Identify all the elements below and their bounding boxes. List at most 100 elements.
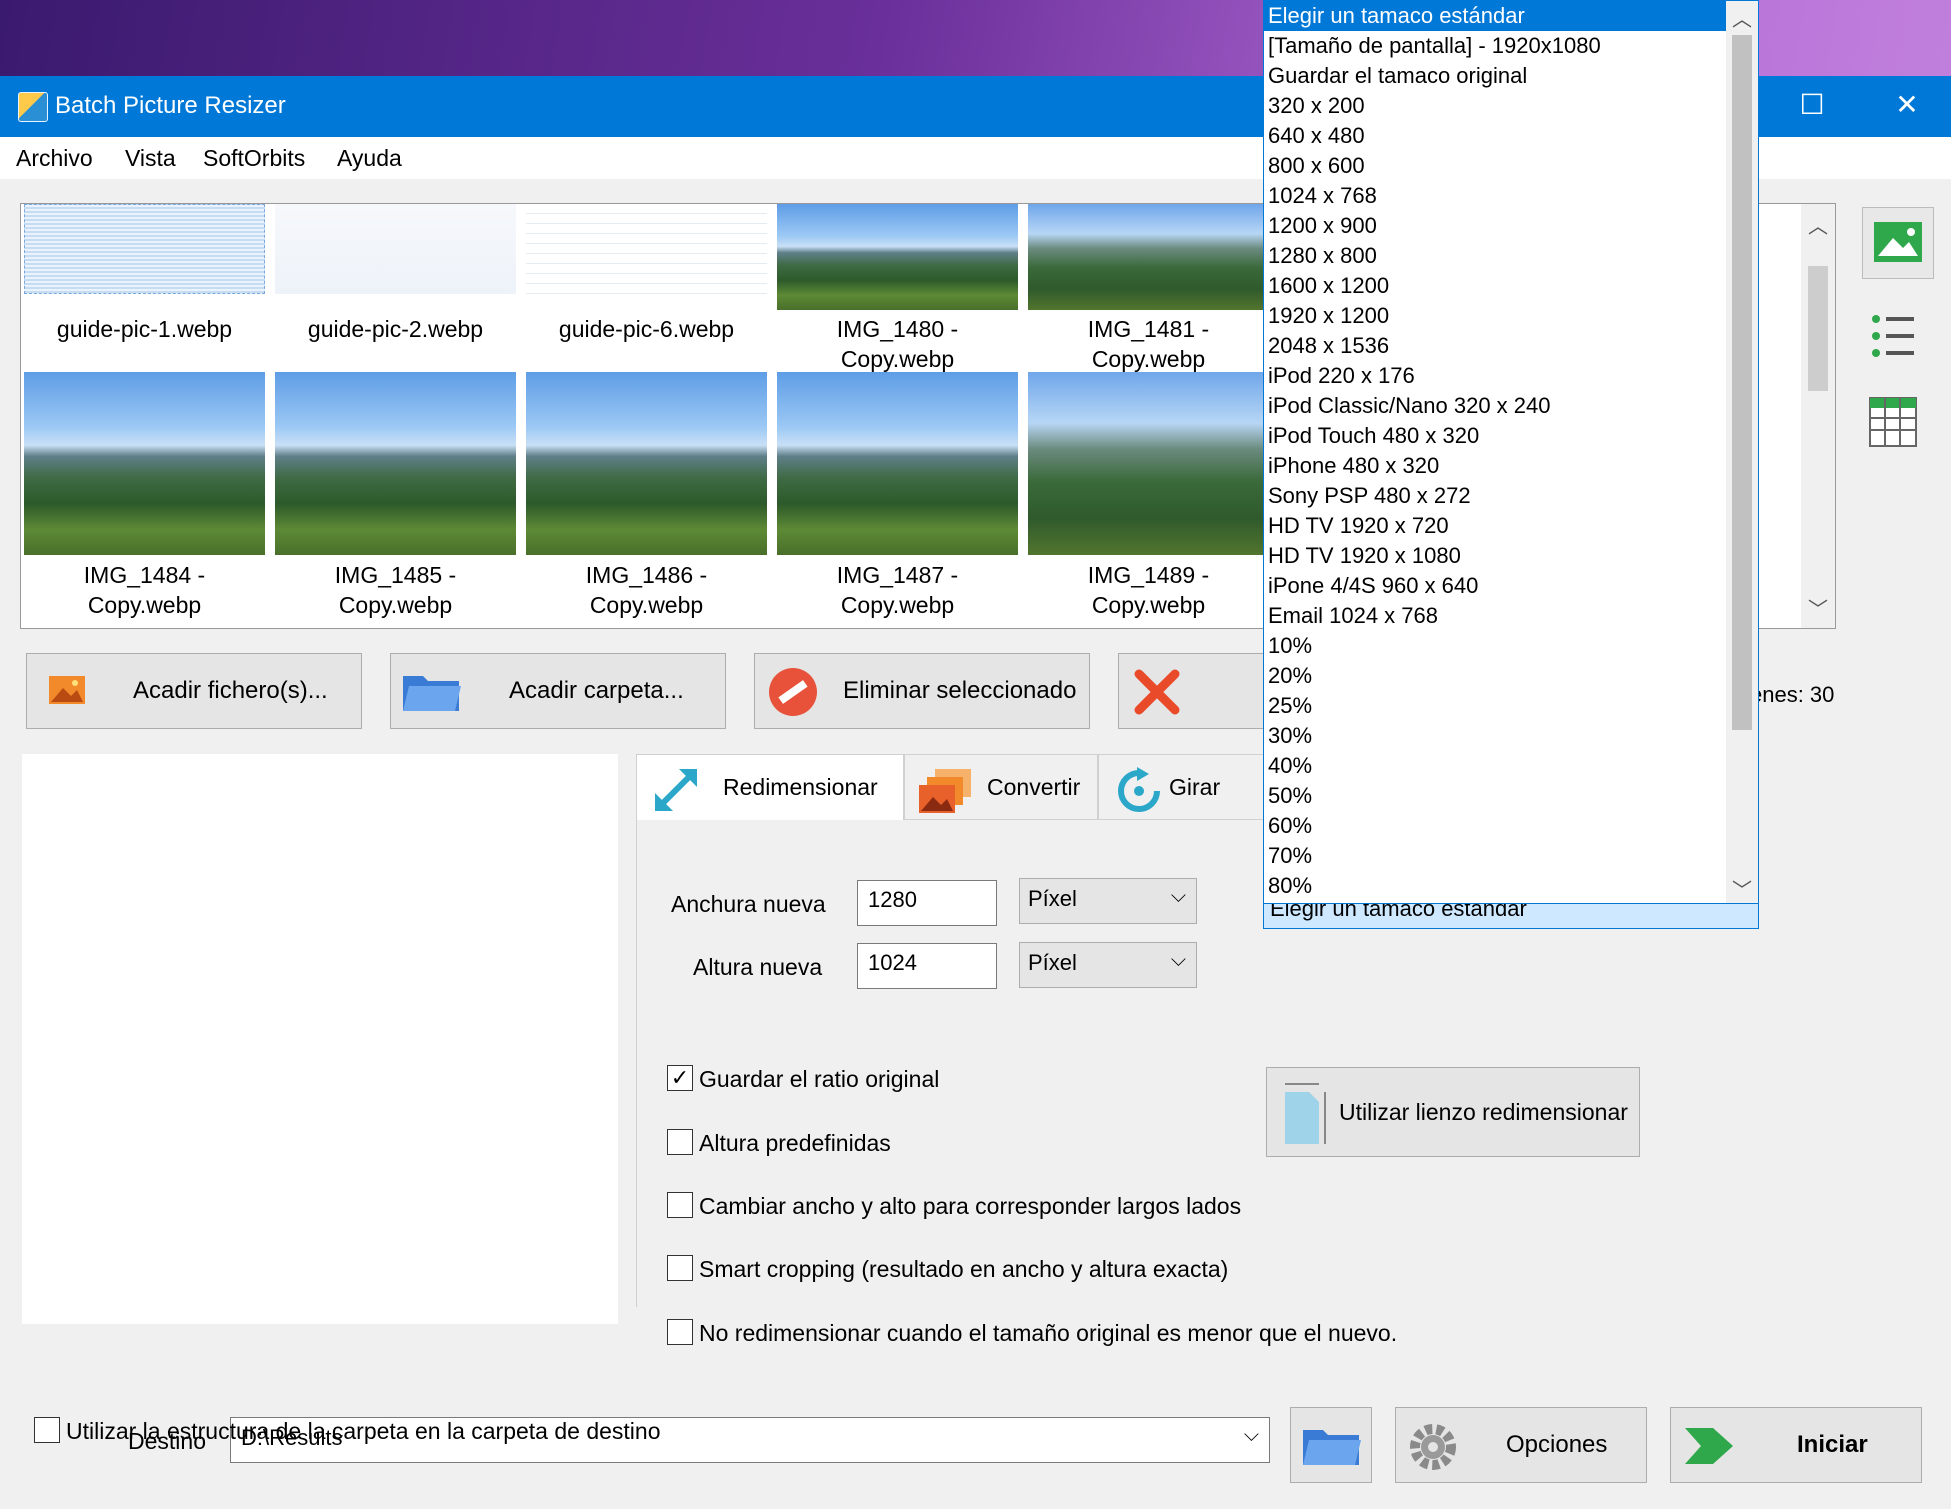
no-upscale-checkbox[interactable]	[667, 1319, 693, 1345]
predefined-height-checkbox[interactable]	[667, 1129, 693, 1155]
tab-girar[interactable]: Girar	[1098, 754, 1268, 820]
dropdown-option[interactable]: HD TV 1920 x 720	[1264, 511, 1726, 541]
thumbnail-caption: IMG_1485 - Copy.webp	[334, 562, 457, 618]
dropdown-option[interactable]: 80%	[1264, 871, 1726, 901]
thumbnail-image	[275, 372, 516, 555]
scroll-up-icon[interactable]: ︿	[1801, 210, 1835, 239]
options-button[interactable]: Opciones	[1395, 1407, 1647, 1483]
menu-archivo[interactable]: Archivo	[16, 145, 93, 172]
dropdown-scrollbar[interactable]: ︿ ﹀	[1726, 1, 1758, 903]
dropdown-option[interactable]: 320 x 200	[1264, 91, 1726, 121]
keep-ratio-checkbox[interactable]: ✓	[667, 1065, 693, 1091]
dropdown-option[interactable]: iPod Touch 480 x 320	[1264, 421, 1726, 451]
width-input[interactable]: 1280	[857, 880, 997, 926]
width-unit-value: Píxel	[1028, 886, 1077, 911]
canvas-resize-label: Utilizar lienzo redimensionar	[1339, 1098, 1628, 1125]
tab-redimensionar-label: Redimensionar	[723, 774, 878, 800]
close-button[interactable]: ✕	[1872, 76, 1942, 137]
thumbnail-caption: IMG_1484 - Copy.webp	[83, 562, 206, 618]
dropdown-option[interactable]: Elegir un tamaco estándar	[1264, 1, 1726, 31]
add-files-button[interactable]: Acadir fichero(s)...	[26, 653, 362, 729]
dropdown-option[interactable]: 1200 x 900	[1264, 211, 1726, 241]
dropdown-option[interactable]: 20%	[1264, 661, 1726, 691]
dropdown-option[interactable]: [Tamaño de pantalla] - 1920x1080	[1264, 31, 1726, 61]
canvas-resize-button[interactable]: Utilizar lienzo redimensionar	[1266, 1067, 1640, 1157]
dropdown-option[interactable]: iPhone 480 x 320	[1264, 451, 1726, 481]
scroll-down-icon[interactable]: ﹀	[1726, 874, 1758, 903]
use-structure-checkbox[interactable]	[34, 1417, 60, 1443]
dropdown-option[interactable]: 40%	[1264, 751, 1726, 781]
folder-icon	[403, 676, 461, 711]
menu-softorbits[interactable]: SoftOrbits	[203, 145, 305, 172]
table-view-button[interactable]	[1862, 394, 1922, 455]
dropdown-option[interactable]: 25%	[1264, 691, 1726, 721]
dropdown-option[interactable]: iPod Classic/Nano 320 x 240	[1264, 391, 1726, 421]
add-folder-label: Acadir carpeta...	[509, 677, 684, 704]
thumbnail-view-button[interactable]	[1862, 207, 1934, 279]
dropdown-option[interactable]: 10%	[1264, 631, 1726, 661]
remove-icon	[769, 668, 817, 716]
dropdown-option[interactable]: Guardar el tamaco original	[1264, 61, 1726, 91]
thumbnail-caption: guide-pic-2.webp	[307, 316, 484, 342]
gear-icon	[1410, 1424, 1456, 1470]
add-files-label: Acadir fichero(s)...	[133, 677, 328, 704]
height-unit-select[interactable]: Píxel ⌵	[1019, 942, 1197, 988]
thumbnail-image	[1028, 372, 1269, 555]
scroll-up-icon[interactable]: ︿	[1726, 3, 1758, 32]
width-unit-select[interactable]: Píxel ⌵	[1019, 878, 1197, 924]
use-structure-label: Utilizar la estructura de la carpeta en …	[66, 1418, 661, 1444]
dropdown-option[interactable]: 1280 x 800	[1264, 241, 1726, 271]
dropdown-option[interactable]: HD TV 1920 x 1080	[1264, 541, 1726, 571]
chevron-down-icon: ⌵	[1170, 949, 1186, 971]
clear-x-icon	[1134, 669, 1180, 715]
dropdown-option[interactable]: 2048 x 1536	[1264, 331, 1726, 361]
thumbnail-image	[275, 204, 516, 294]
thumbnail-caption: guide-pic-1.webp	[56, 316, 233, 342]
height-unit-value: Píxel	[1028, 950, 1077, 975]
dropdown-option[interactable]: 60%	[1264, 811, 1726, 841]
thumbnail-caption: IMG_1480 - Copy.webp	[836, 316, 959, 372]
tab-convertir[interactable]: Convertir	[904, 754, 1098, 820]
remove-selected-label: Eliminar seleccionado	[843, 677, 1077, 704]
no-upscale-label: No redimensionar cuando el tamaño origin…	[699, 1320, 1398, 1346]
dropdown-option[interactable]: 800 x 600	[1264, 151, 1726, 181]
list-view-button[interactable]	[1862, 311, 1922, 366]
remove-selected-button[interactable]: Eliminar seleccionado	[754, 653, 1090, 729]
thumbnail-image	[24, 372, 265, 555]
thumbnail-caption: IMG_1489 - Copy.webp	[1087, 562, 1210, 618]
preview-panel	[22, 754, 618, 1324]
dropdown-option[interactable]: 70%	[1264, 841, 1726, 871]
scroll-thumb[interactable]	[1808, 266, 1828, 391]
tab-redimensionar[interactable]: Redimensionar	[636, 754, 904, 820]
menu-ayuda[interactable]: Ayuda	[337, 145, 402, 172]
dropdown-option[interactable]: 1024 x 768	[1264, 181, 1726, 211]
dropdown-option[interactable]: 1920 x 1200	[1264, 301, 1726, 331]
dropdown-option[interactable]: Sony PSP 480 x 272	[1264, 481, 1726, 511]
thumbnail-caption: IMG_1487 - Copy.webp	[836, 562, 959, 618]
browse-folder-button[interactable]	[1290, 1407, 1372, 1483]
dropdown-option[interactable]: 640 x 480	[1264, 121, 1726, 151]
clear-all-button[interactable]	[1118, 653, 1268, 729]
menu-vista[interactable]: Vista	[125, 145, 176, 172]
start-button[interactable]: Iniciar	[1670, 1407, 1922, 1483]
chevron-down-icon: ⌵	[1243, 1424, 1259, 1446]
scroll-down-icon[interactable]: ﹀	[1801, 593, 1835, 622]
match-long-sides-checkbox[interactable]	[667, 1192, 693, 1218]
dropdown-option[interactable]: iPone 4/4S 960 x 640	[1264, 571, 1726, 601]
dropdown-option[interactable]: 50%	[1264, 781, 1726, 811]
thumbnail-image	[526, 372, 767, 555]
smart-cropping-checkbox[interactable]	[667, 1255, 693, 1281]
dropdown-scroll-thumb[interactable]	[1732, 35, 1752, 730]
add-folder-button[interactable]: Acadir carpeta...	[390, 653, 726, 729]
maximize-button[interactable]: ☐	[1777, 76, 1847, 137]
gallery-scrollbar[interactable]: ︿ ﹀	[1801, 204, 1835, 628]
start-label: Iniciar	[1797, 1431, 1868, 1458]
dropdown-option[interactable]: 30%	[1264, 721, 1726, 751]
dropdown-option[interactable]: 1600 x 1200	[1264, 271, 1726, 301]
dropdown-option[interactable]: iPod 220 x 176	[1264, 361, 1726, 391]
thumbnail-image	[24, 204, 265, 294]
dropdown-option[interactable]: Email 1024 x 768	[1264, 601, 1726, 631]
standard-size-dropdown[interactable]: Elegir un tamaco estándar [Tamaño de pant…	[1263, 0, 1759, 904]
start-arrow-icon	[1685, 1428, 1733, 1464]
height-input[interactable]: 1024	[857, 943, 997, 989]
